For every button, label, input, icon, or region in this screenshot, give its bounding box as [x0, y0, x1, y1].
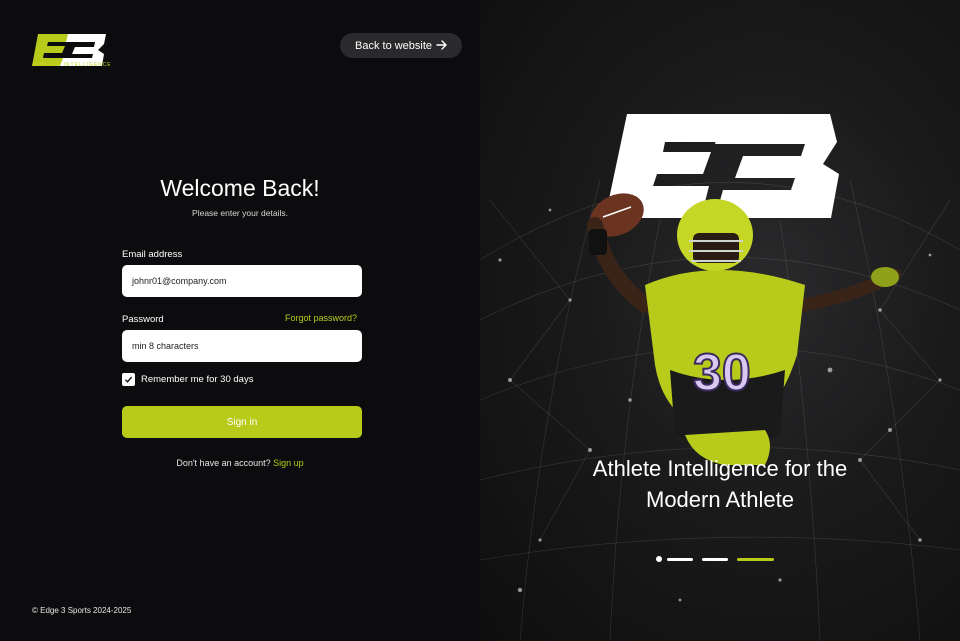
remember-checkbox[interactable]	[122, 373, 135, 386]
page-subtitle: Please enter your details.	[192, 208, 288, 218]
carousel-indicator-1[interactable]	[656, 556, 662, 562]
email-label: Email address	[122, 249, 183, 260]
signup-prompt: Don't have an account? Sign up	[0, 458, 480, 468]
forgot-password-link[interactable]: Forgot password?	[285, 313, 357, 323]
carousel-indicator-4[interactable]	[737, 557, 774, 561]
login-panel: ATHLETE INTELLIGENCE Back to website Wel…	[0, 0, 480, 641]
hero-tagline-line2: Modern Athlete	[646, 487, 794, 512]
password-label: Password	[122, 314, 164, 325]
hero-tagline: Athlete Intelligence for the Modern Athl…	[480, 453, 960, 515]
password-field[interactable]: min 8 characters	[122, 330, 362, 362]
page-title: Welcome Back!	[160, 175, 320, 201]
brand-tagline: ATHLETE INTELLIGENCE	[32, 62, 112, 68]
hero-tagline-line1: Athlete Intelligence for the	[592, 456, 848, 481]
back-to-website-button[interactable]: Back to website	[340, 33, 462, 58]
no-account-text: Don't have an account?	[176, 458, 271, 468]
jersey-number: 30	[693, 344, 751, 402]
password-placeholder: min 8 characters	[132, 341, 199, 351]
sign-in-button[interactable]: Sign in	[122, 406, 362, 438]
email-value: johnr01@company.com	[132, 276, 227, 286]
sign-up-link[interactable]: Sign up	[273, 458, 304, 468]
remember-me: Remember me for 30 days	[122, 373, 253, 386]
carousel-indicator-3[interactable]	[702, 557, 728, 561]
carousel-indicator-2[interactable]	[667, 557, 693, 561]
remember-label: Remember me for 30 days	[141, 374, 254, 385]
copyright-text: © Edge 3 Sports 2024-2025	[32, 606, 132, 615]
athlete-image: 30	[587, 193, 902, 465]
hero-panel: 30 Athlete Intelligence for the Modern A…	[480, 0, 960, 641]
back-to-website-label: Back to website	[355, 39, 433, 52]
checkmark-icon	[125, 376, 133, 383]
carousel-indicators	[656, 556, 783, 562]
arrow-right-icon	[436, 40, 447, 50]
email-field[interactable]: johnr01@company.com	[122, 265, 362, 297]
